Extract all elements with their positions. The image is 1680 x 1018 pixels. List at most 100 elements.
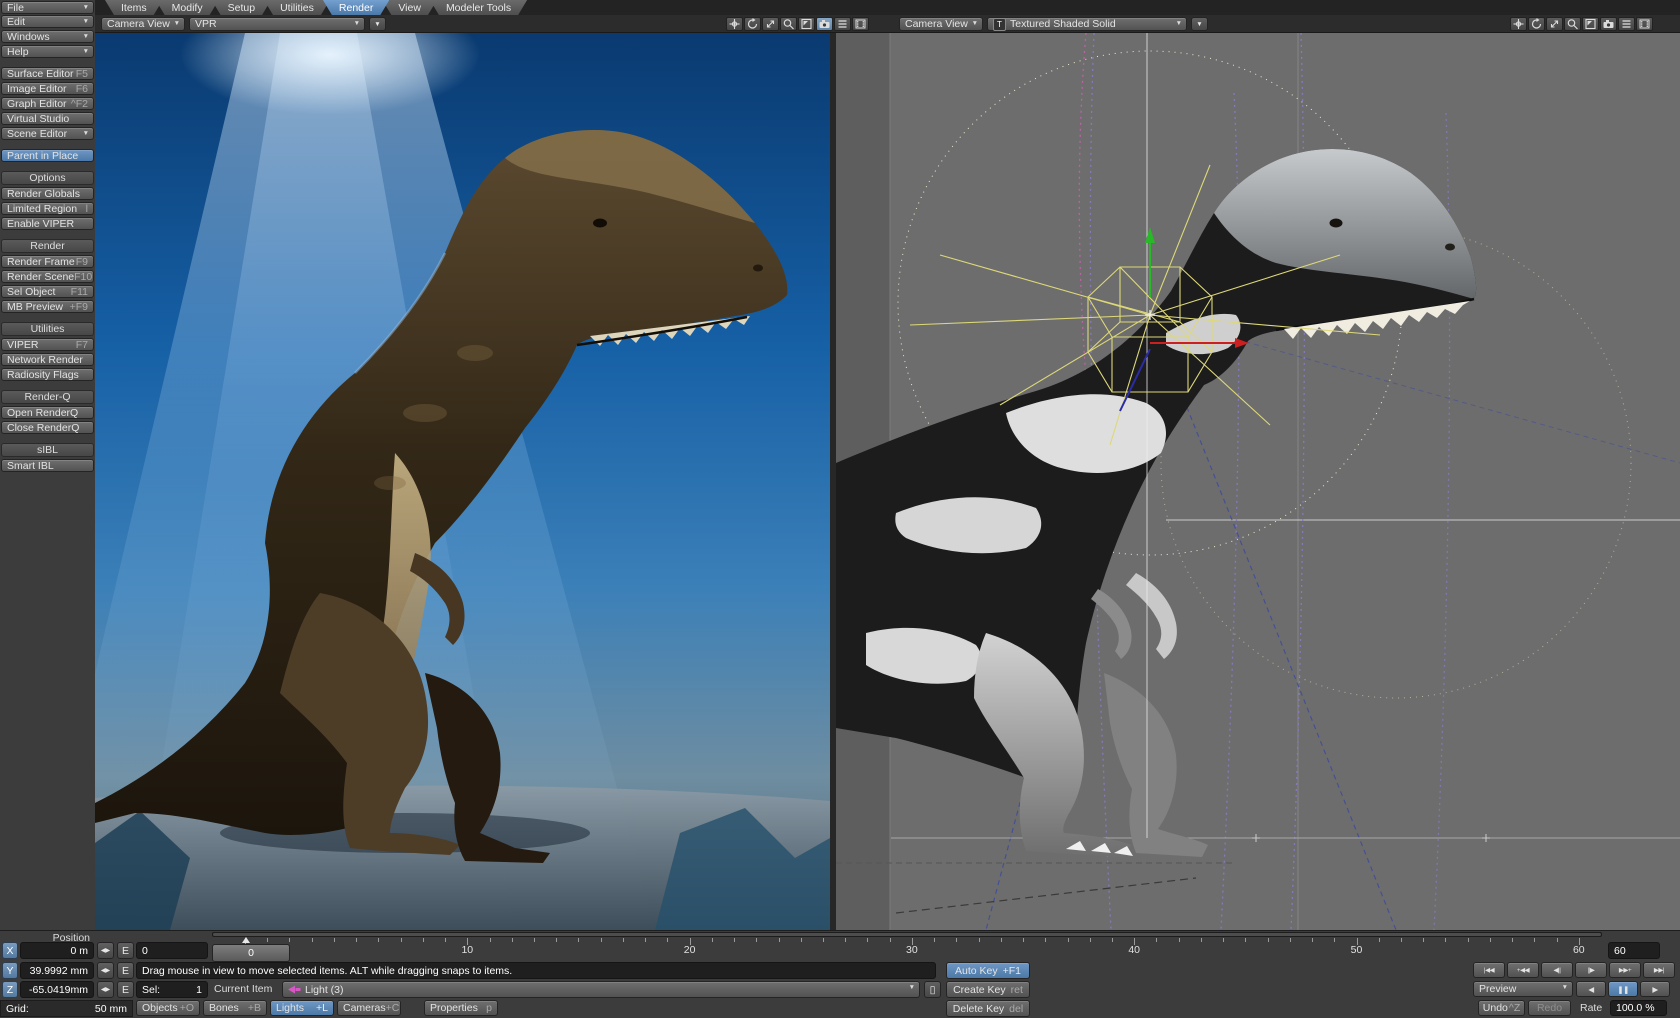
- sidebar-button-smart-ibl[interactable]: Smart IBL: [1, 459, 94, 472]
- menu-icon[interactable]: [834, 17, 851, 31]
- y-position-field[interactable]: 39.9992 mm: [20, 962, 94, 979]
- pan-icon[interactable]: [1510, 17, 1527, 31]
- sidebar-button-render-frame[interactable]: Render FrameF9: [1, 255, 94, 268]
- select-bones-button[interactable]: Bones+B: [203, 1000, 267, 1016]
- pan-icon[interactable]: [726, 17, 743, 31]
- sidebar-button-scene-editor[interactable]: Scene Editor: [1, 127, 94, 140]
- shaded-viewport[interactable]: [836, 33, 1680, 930]
- y-axis-toggle[interactable]: Y: [2, 962, 18, 979]
- preview-dropdown[interactable]: Preview: [1473, 981, 1573, 997]
- prev-frame-button[interactable]: ◀||: [1541, 962, 1573, 978]
- sidebar-button-parent-in-place[interactable]: Parent in Place: [1, 149, 94, 162]
- sidebar-button-limited-region[interactable]: Limited Regionl: [1, 202, 94, 215]
- edit-menu[interactable]: Edit: [1, 15, 94, 28]
- sidebar-button-open-renderq[interactable]: Open RenderQ: [1, 406, 94, 419]
- sidebar-button-render-globals[interactable]: Render Globals: [1, 187, 94, 200]
- sidebar-button-network-render[interactable]: Network Render: [1, 353, 94, 366]
- tab-view[interactable]: View: [382, 0, 437, 15]
- z-axis-toggle[interactable]: Z: [2, 981, 18, 998]
- next-keyframe-button[interactable]: ▶▶+: [1609, 962, 1641, 978]
- undo-button[interactable]: Undo^Z: [1478, 1000, 1525, 1016]
- sidebar-button-render-scene[interactable]: Render SceneF10: [1, 270, 94, 283]
- prev-keyframe-button[interactable]: +◀◀: [1507, 962, 1539, 978]
- sidebar-button-enable-viper[interactable]: Enable VIPER: [1, 217, 94, 230]
- ruler-tick: [1290, 938, 1291, 942]
- play-reverse-button[interactable]: ◀: [1576, 981, 1606, 997]
- tab-setup[interactable]: Setup: [212, 0, 271, 15]
- current-frame-field[interactable]: 0: [136, 942, 208, 959]
- z-position-field[interactable]: -65.0419mm: [20, 981, 94, 998]
- left-render-mode-dropdown[interactable]: VPR: [189, 17, 365, 31]
- fit-icon[interactable]: [798, 17, 815, 31]
- create-key-button[interactable]: Create Key ret: [946, 981, 1030, 998]
- camera-icon[interactable]: [1600, 17, 1617, 31]
- zoom-icon[interactable]: [1546, 17, 1563, 31]
- y-envelope-button[interactable]: E: [117, 962, 134, 979]
- left-viewport-options-dropdown[interactable]: ▼: [369, 17, 386, 31]
- tab-modeler-tools[interactable]: Modeler Tools: [430, 0, 527, 15]
- film-icon[interactable]: [852, 17, 869, 31]
- right-viewport-options-dropdown[interactable]: ▼: [1191, 17, 1208, 31]
- file-menu[interactable]: File: [1, 1, 94, 14]
- properties-button[interactable]: Properties p: [424, 1000, 498, 1016]
- windows-menu[interactable]: Windows: [1, 30, 94, 43]
- rate-field[interactable]: 100.0 %: [1610, 1000, 1667, 1016]
- delete-key-button[interactable]: Delete Key del: [946, 1000, 1030, 1017]
- help-menu[interactable]: Help: [1, 45, 94, 58]
- timeline-scrollbar[interactable]: [212, 932, 1602, 937]
- select-objects-button[interactable]: Objects+O: [136, 1000, 200, 1016]
- sidebar-button-viper[interactable]: VIPERF7: [1, 338, 94, 351]
- sidebar-button-close-renderq[interactable]: Close RenderQ: [1, 421, 94, 434]
- current-item-dropdown[interactable]: Light (3): [282, 981, 920, 998]
- z-envelope-button[interactable]: E: [117, 981, 134, 998]
- tab-utilities[interactable]: Utilities: [264, 0, 330, 15]
- end-frame-field[interactable]: 60: [1608, 942, 1660, 959]
- timeline[interactable]: 0102030405060 0: [212, 932, 1602, 960]
- play-forward-button[interactable]: ▶: [1640, 981, 1670, 997]
- select-lights-button[interactable]: Lights+L: [270, 1000, 334, 1016]
- auto-key-button[interactable]: Auto Key +F1: [946, 962, 1030, 979]
- magnify-icon[interactable]: [1564, 17, 1581, 31]
- rotate-icon[interactable]: [744, 17, 761, 31]
- film-icon[interactable]: [1636, 17, 1653, 31]
- sidebar-button-virtual-studio[interactable]: Virtual Studio: [1, 112, 94, 125]
- sidebar-button-mb-preview[interactable]: MB Preview+F9: [1, 300, 94, 313]
- vpr-render-viewport[interactable]: [95, 33, 830, 930]
- z-nudge-button[interactable]: ◀▶: [97, 981, 114, 998]
- tab-items[interactable]: Items: [105, 0, 163, 15]
- x-nudge-button[interactable]: ◀▶: [97, 942, 114, 959]
- x-axis-toggle[interactable]: X: [2, 942, 18, 959]
- sidebar-button-surface-editor[interactable]: Surface EditorF5: [1, 67, 94, 80]
- sidebar-button-sel-object[interactable]: Sel ObjectF11: [1, 285, 94, 298]
- ruler-tick: [1245, 938, 1246, 942]
- rotate-icon[interactable]: [1528, 17, 1545, 31]
- tab-modify[interactable]: Modify: [156, 0, 219, 15]
- ruler-tick: [1379, 938, 1380, 942]
- current-item-label: Current Item: [214, 981, 272, 998]
- next-frame-button[interactable]: ||▶: [1575, 962, 1607, 978]
- last-frame-button[interactable]: ▶▶|: [1643, 962, 1675, 978]
- y-nudge-button[interactable]: ◀▶: [97, 962, 114, 979]
- pause-button[interactable]: ❚❚: [1608, 981, 1638, 997]
- x-position-field[interactable]: 0 m: [20, 942, 94, 959]
- right-viewport-tools: [1510, 17, 1653, 31]
- sidebar-button-graph-editor[interactable]: Graph Editor^F2: [1, 97, 94, 110]
- first-frame-button[interactable]: |◀◀: [1473, 962, 1505, 978]
- sidebar-button-image-editor[interactable]: Image EditorF6: [1, 82, 94, 95]
- right-render-mode-dropdown[interactable]: T Textured Shaded Solid: [987, 17, 1187, 31]
- redo-button[interactable]: Redo: [1528, 1000, 1571, 1016]
- zoom-icon[interactable]: [762, 17, 779, 31]
- magnify-icon[interactable]: [780, 17, 797, 31]
- item-panel-toggle-button[interactable]: ▯: [924, 981, 941, 998]
- tab-render[interactable]: Render: [323, 0, 389, 15]
- fit-icon[interactable]: [1582, 17, 1599, 31]
- x-envelope-button[interactable]: E: [117, 942, 134, 959]
- frame-slider-handle[interactable]: 0: [212, 944, 290, 962]
- right-view-type-dropdown[interactable]: Camera View: [899, 17, 983, 31]
- left-view-type-dropdown[interactable]: Camera View: [101, 17, 185, 31]
- sidebar-button-radiosity-flags[interactable]: Radiosity Flags: [1, 368, 94, 381]
- ruler-tick: [378, 938, 379, 942]
- menu-icon[interactable]: [1618, 17, 1635, 31]
- select-cameras-button[interactable]: Cameras+C: [337, 1000, 401, 1016]
- camera-icon[interactable]: [816, 17, 833, 31]
